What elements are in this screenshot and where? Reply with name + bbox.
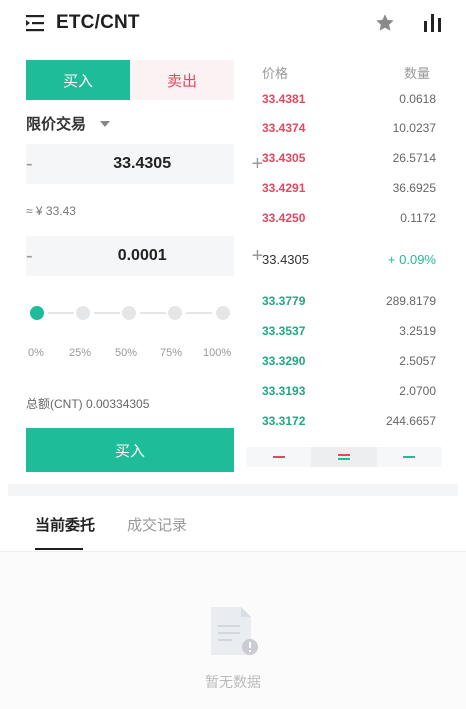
pair-title[interactable]: ETC/CNT [56, 12, 140, 34]
tab-sell[interactable]: 卖出 [130, 60, 234, 100]
ask-qty: 36.6925 [392, 181, 436, 195]
price-minus-button[interactable]: - [26, 144, 33, 184]
tab-trade-history[interactable]: 成交记录 [127, 514, 187, 535]
price-input[interactable] [32, 155, 252, 173]
orderbook-price-header: 价格 [262, 66, 289, 81]
chart-icon[interactable] [422, 13, 444, 33]
price-change-percent: + 0.09% [387, 252, 436, 267]
slider-track [186, 312, 212, 314]
bid-row[interactable]: 33.3290 2.5057 [262, 354, 436, 370]
bid-price: 33.3290 [262, 354, 306, 368]
bid-row[interactable]: 33.3779 289.8179 [262, 294, 436, 310]
empty-state-text: 暂无数据 [205, 674, 261, 690]
ask-row[interactable]: 33.4374 10.0237 [262, 121, 436, 137]
amount-percent-slider[interactable] [30, 306, 230, 322]
last-price: 33.4305 [262, 252, 309, 267]
ask-qty: 10.0237 [392, 121, 436, 135]
percent-label: 50% [115, 347, 138, 359]
bid-qty: 3.2519 [399, 324, 436, 338]
star-icon[interactable] [374, 12, 396, 34]
tab-current-orders[interactable]: 当前委托 [35, 514, 95, 535]
bid-price: 33.3172 [262, 414, 306, 428]
view-both-button[interactable] [311, 447, 377, 467]
header-bar: ETC/CNT [0, 0, 466, 48]
ask-price: 33.4250 [262, 211, 306, 225]
percent-labels: 0% 25% 50% 75% 100% [26, 347, 234, 361]
slider-stop-25[interactable] [76, 306, 90, 320]
amount-input[interactable] [32, 247, 252, 265]
ask-price: 33.4305 [262, 151, 306, 165]
slider-stop-75[interactable] [168, 306, 182, 320]
amount-stepper: - + [26, 236, 263, 276]
view-bids-only-button[interactable] [376, 447, 442, 467]
bid-price: 33.3537 [262, 324, 306, 338]
bid-dash-icon [403, 456, 416, 458]
amount-minus-button[interactable]: - [26, 236, 33, 276]
bid-row[interactable]: 33.3193 2.0700 [262, 384, 436, 400]
buy-submit-button[interactable]: 买入 [26, 428, 234, 472]
bid-qty: 2.5057 [399, 354, 436, 368]
menu-icon[interactable] [26, 14, 46, 32]
ask-row[interactable]: 33.4381 0.0618 [262, 92, 436, 108]
percent-label: 25% [69, 347, 92, 359]
bid-qty: 244.6657 [385, 414, 436, 428]
bid-price: 33.3779 [262, 294, 306, 308]
slider-stop-0[interactable] [30, 306, 44, 320]
price-approx-cny: ≈ ¥ 33.43 [26, 204, 76, 218]
ask-price: 33.4381 [262, 92, 306, 106]
ask-qty: 0.1172 [400, 211, 436, 225]
tab-buy[interactable]: 买入 [26, 60, 130, 100]
slider-track [48, 312, 74, 314]
tab-active-underline [35, 548, 83, 550]
ask-price: 33.4291 [262, 181, 306, 195]
slider-track [94, 312, 120, 314]
orderbook-qty-header: 数量 [404, 66, 431, 81]
bid-row[interactable]: 33.3172 244.6657 [262, 414, 436, 430]
ask-dash-icon [272, 456, 285, 458]
percent-label: 100% [203, 347, 232, 359]
ask-qty: 26.5714 [392, 151, 436, 165]
caret-down-icon [100, 120, 111, 127]
ask-row[interactable]: 33.4291 36.6925 [262, 181, 436, 197]
depth-view-toggle [246, 447, 442, 467]
bid-qty: 289.8179 [385, 294, 436, 308]
slider-stop-100[interactable] [216, 306, 230, 320]
ask-row[interactable]: 33.4250 0.1172 [262, 211, 436, 227]
order-total: 总额(CNT) 0.00334305 [26, 397, 150, 411]
buy-sell-tabs: 买入 卖出 [26, 60, 234, 100]
bid-qty: 2.0700 [399, 384, 436, 398]
percent-label: 0% [28, 347, 44, 359]
section-divider [8, 484, 458, 496]
view-asks-only-button[interactable] [246, 447, 312, 467]
orders-tabs: 当前委托 成交记录 [0, 496, 466, 552]
ask-price: 33.4374 [262, 121, 306, 135]
order-type-select[interactable]: 限价交易 [26, 113, 111, 134]
slider-track [140, 312, 166, 314]
empty-document-icon [211, 607, 258, 655]
order-type-label: 限价交易 [26, 116, 87, 133]
bid-price: 33.3193 [262, 384, 306, 398]
ask-qty: 0.0618 [399, 92, 436, 106]
both-dash-icon [337, 454, 350, 460]
price-stepper: - + [26, 144, 263, 184]
slider-stop-50[interactable] [122, 306, 136, 320]
ask-row[interactable]: 33.4305 26.5714 [262, 151, 436, 167]
percent-label: 75% [160, 347, 183, 359]
bid-row[interactable]: 33.3537 3.2519 [262, 324, 436, 340]
